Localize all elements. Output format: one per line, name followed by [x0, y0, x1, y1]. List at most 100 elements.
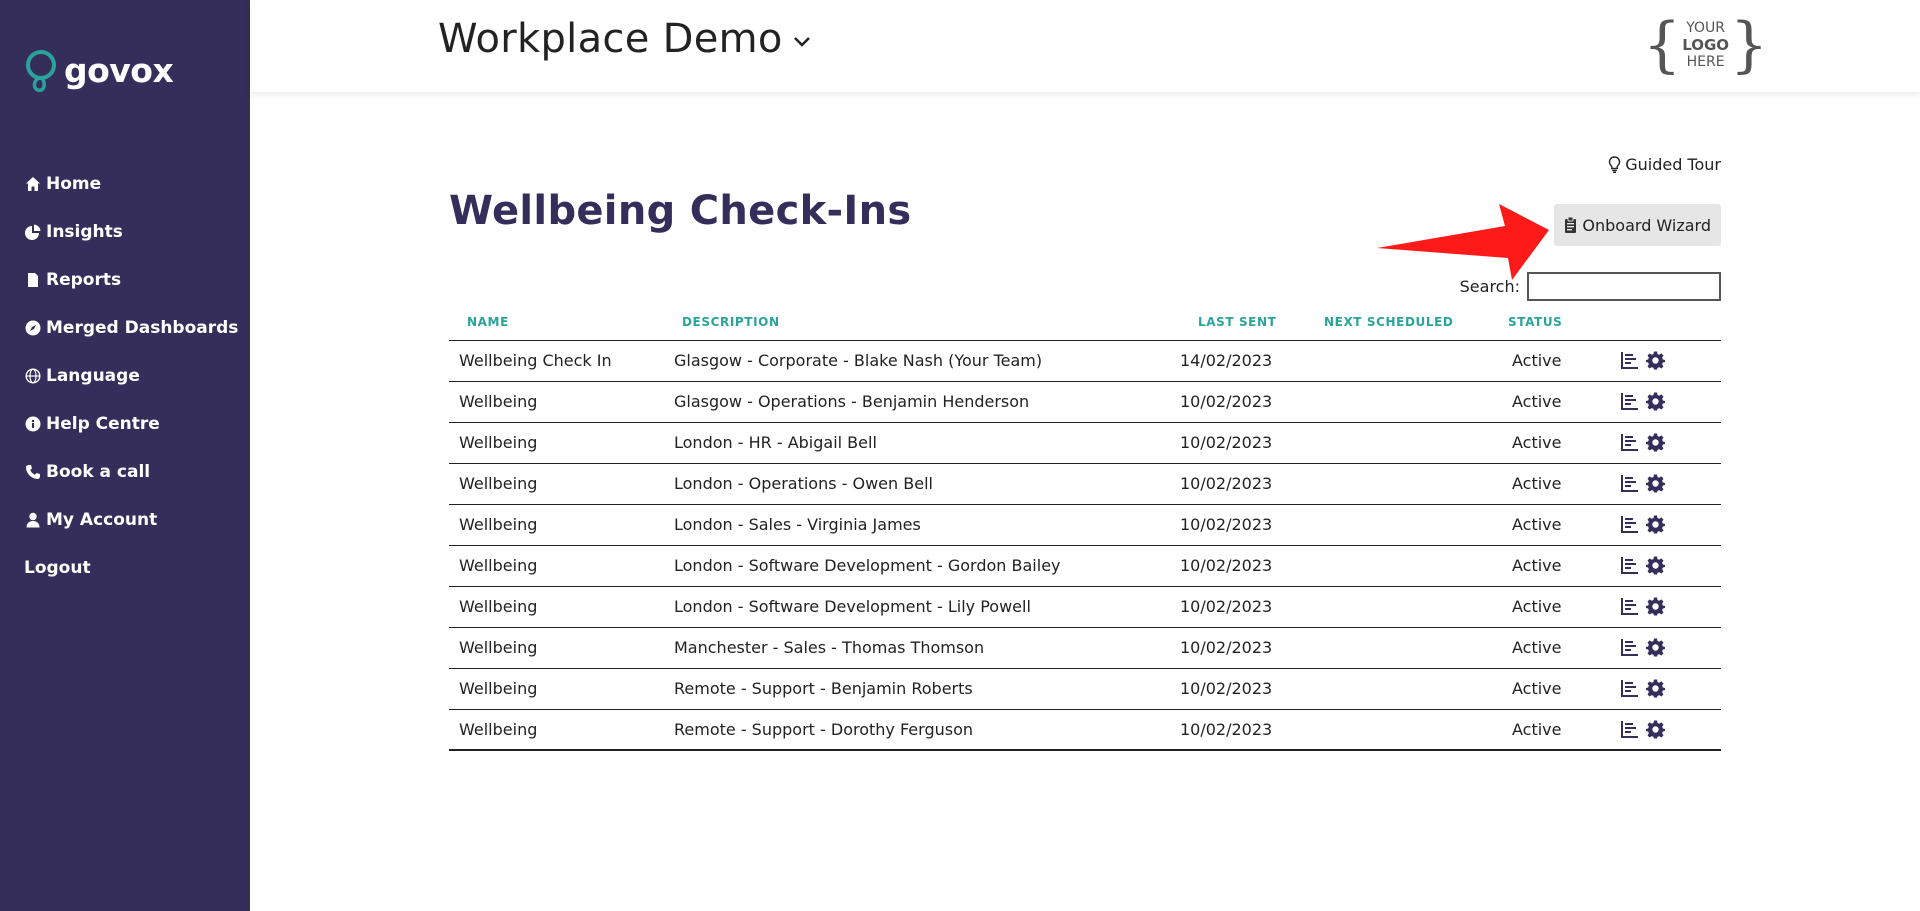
- sidebar-nav: Home Insights Reports Merged Dashboards …: [24, 160, 238, 592]
- compass-icon: [24, 320, 41, 337]
- logo-line-1: YOUR: [1686, 19, 1725, 36]
- home-icon: [24, 176, 41, 193]
- onboard-wizard-label: Onboard Wizard: [1582, 215, 1711, 235]
- sidebar-item-insights[interactable]: Insights: [24, 208, 238, 256]
- cell-next-scheduled: [1306, 627, 1502, 669]
- settings-gear-icon[interactable]: [1645, 596, 1666, 617]
- column-header-description[interactable]: DESCRIPTION: [664, 305, 1170, 341]
- settings-gear-icon[interactable]: [1645, 391, 1666, 412]
- logo-line-2: LOGO: [1682, 35, 1730, 54]
- sidebar-item-my-account[interactable]: My Account: [24, 496, 238, 544]
- cell-actions: [1609, 340, 1721, 382]
- report-chart-icon[interactable]: [1619, 555, 1640, 576]
- cell-last-sent: 10/02/2023: [1170, 545, 1306, 587]
- report-chart-icon[interactable]: [1619, 637, 1640, 658]
- cell-next-scheduled: [1306, 586, 1502, 628]
- cell-description: Glasgow - Corporate - Blake Nash (Your T…: [664, 340, 1170, 382]
- column-header-actions: [1609, 305, 1721, 341]
- column-header-next-scheduled[interactable]: NEXT SCHEDULED: [1306, 305, 1502, 341]
- cell-name: Wellbeing: [449, 463, 664, 505]
- sidebar-item-language[interactable]: Language: [24, 352, 238, 400]
- sidebar-item-logout[interactable]: Logout: [24, 544, 238, 592]
- settings-gear-icon[interactable]: [1645, 514, 1666, 535]
- sidebar-item-reports[interactable]: Reports: [24, 256, 238, 304]
- sidebar-item-label: Language: [46, 366, 140, 386]
- sidebar-item-help-centre[interactable]: Help Centre: [24, 400, 238, 448]
- report-chart-icon[interactable]: [1619, 473, 1640, 494]
- sidebar-item-merged-dashboards[interactable]: Merged Dashboards: [24, 304, 238, 352]
- cell-status: Active: [1502, 340, 1609, 382]
- table-row: Wellbeing London - Operations - Owen Bel…: [449, 463, 1721, 505]
- cell-last-sent: 10/02/2023: [1170, 627, 1306, 669]
- sidebar-item-label: Home: [46, 174, 102, 194]
- settings-gear-icon[interactable]: [1645, 555, 1666, 576]
- cell-status: Active: [1502, 586, 1609, 628]
- settings-gear-icon[interactable]: [1645, 637, 1666, 658]
- sidebar-item-label: Help Centre: [46, 414, 160, 434]
- sidebar-item-label: Logout: [24, 558, 91, 578]
- workspace-selector[interactable]: Workplace Demo: [438, 16, 811, 62]
- cell-description: London - Software Development - Lily Pow…: [664, 586, 1170, 628]
- guided-tour-link[interactable]: Guided Tour: [1608, 155, 1721, 174]
- report-chart-icon[interactable]: [1619, 514, 1640, 535]
- table-header-row: NAME DESCRIPTION LAST SENT NEXT SCHEDULE…: [449, 305, 1721, 341]
- settings-gear-icon[interactable]: [1645, 350, 1666, 371]
- cell-name: Wellbeing: [449, 709, 664, 751]
- table-row: Wellbeing Remote - Support - Benjamin Ro…: [449, 668, 1721, 710]
- brand-name: govox: [64, 50, 174, 90]
- settings-gear-icon[interactable]: [1645, 678, 1666, 699]
- settings-gear-icon[interactable]: [1645, 719, 1666, 740]
- clipboard-icon: [1565, 216, 1577, 233]
- cell-actions: [1609, 504, 1721, 546]
- brand-logo[interactable]: govox: [24, 48, 174, 92]
- govox-logo-icon: [26, 50, 56, 92]
- cell-next-scheduled: [1306, 422, 1502, 464]
- cell-status: Active: [1502, 545, 1609, 587]
- cell-status: Active: [1502, 668, 1609, 710]
- cell-actions: [1609, 381, 1721, 423]
- sidebar-item-book-a-call[interactable]: Book a call: [24, 448, 238, 496]
- onboard-wizard-button[interactable]: Onboard Wizard: [1554, 204, 1721, 246]
- report-chart-icon[interactable]: [1619, 596, 1640, 617]
- report-chart-icon[interactable]: [1619, 350, 1640, 371]
- cell-next-scheduled: [1306, 545, 1502, 587]
- cell-description: London - Software Development - Gordon B…: [664, 545, 1170, 587]
- column-header-name[interactable]: NAME: [449, 305, 664, 341]
- settings-gear-icon[interactable]: [1645, 432, 1666, 453]
- cell-next-scheduled: [1306, 709, 1502, 751]
- chevron-down-icon: [793, 37, 810, 47]
- cell-name: Wellbeing: [449, 545, 664, 587]
- column-header-last-sent[interactable]: LAST SENT: [1170, 305, 1306, 341]
- cell-description: London - Operations - Owen Bell: [664, 463, 1170, 505]
- sidebar-item-label: Merged Dashboards: [46, 318, 239, 338]
- report-chart-icon[interactable]: [1619, 678, 1640, 699]
- cell-name: Wellbeing: [449, 381, 664, 423]
- report-chart-icon[interactable]: [1619, 432, 1640, 453]
- cell-actions: [1609, 668, 1721, 710]
- cell-actions: [1609, 709, 1721, 751]
- column-header-status[interactable]: STATUS: [1502, 305, 1609, 341]
- cell-last-sent: 10/02/2023: [1170, 668, 1306, 710]
- cell-actions: [1609, 463, 1721, 505]
- cell-last-sent: 10/02/2023: [1170, 709, 1306, 751]
- check-ins-table: NAME DESCRIPTION LAST SENT NEXT SCHEDULE…: [449, 305, 1721, 751]
- cell-last-sent: 10/02/2023: [1170, 422, 1306, 464]
- table-row: Wellbeing Remote - Support - Dorothy Fer…: [449, 709, 1721, 751]
- report-chart-icon[interactable]: [1619, 719, 1640, 740]
- sidebar-item-home[interactable]: Home: [24, 160, 238, 208]
- cell-next-scheduled: [1306, 381, 1502, 423]
- settings-gear-icon[interactable]: [1645, 473, 1666, 494]
- top-bar: Workplace Demo { YOUR LOGO HERE }: [250, 0, 1920, 92]
- search-label: Search:: [1459, 277, 1520, 296]
- cell-next-scheduled: [1306, 340, 1502, 382]
- logo-text: YOUR LOGO HERE: [1682, 20, 1729, 71]
- right-brace-icon: }: [1730, 10, 1769, 80]
- sidebar-item-label: Book a call: [46, 462, 151, 482]
- cell-description: Remote - Support - Benjamin Roberts: [664, 668, 1170, 710]
- cell-next-scheduled: [1306, 668, 1502, 710]
- info-icon: [24, 416, 41, 433]
- report-chart-icon[interactable]: [1619, 391, 1640, 412]
- phone-icon: [24, 464, 41, 481]
- search-input[interactable]: [1527, 272, 1721, 301]
- logo-line-3: HERE: [1686, 53, 1725, 70]
